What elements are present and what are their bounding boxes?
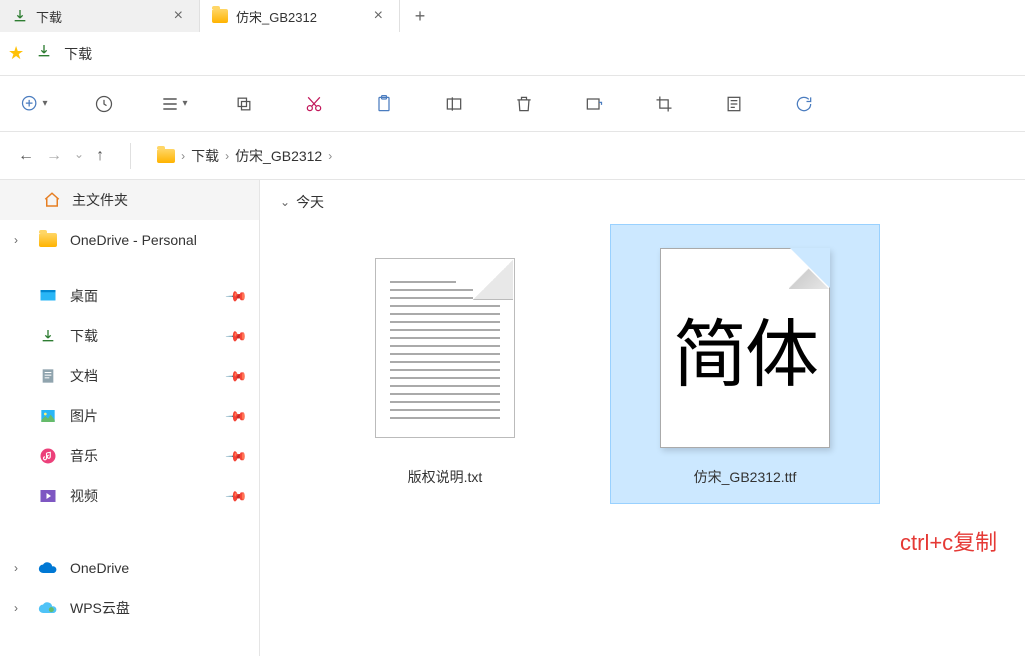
sidebar-item-home[interactable]: 主文件夹 (0, 180, 259, 220)
sidebar-item-desktop[interactable]: 桌面 📌 (0, 276, 259, 316)
music-icon (38, 446, 58, 466)
sidebar-item-onedrive[interactable]: › OneDrive (0, 548, 259, 588)
separator (130, 143, 131, 169)
nav-arrows: ← → ⌄ ↑ (18, 147, 104, 165)
breadcrumb[interactable]: › 下载 › 仿宋_GB2312 › (157, 146, 332, 166)
download-icon (38, 326, 58, 346)
download-icon (36, 43, 52, 64)
tab-fangsong[interactable]: 仿宋_GB2312 × (200, 0, 400, 32)
forward-button[interactable]: → (46, 147, 62, 165)
file-pane[interactable]: ⌄ 今天 版权说明.txt (260, 180, 1025, 656)
properties-button[interactable] (718, 88, 750, 120)
sidebar-item-documents[interactable]: 文档 📌 (0, 356, 259, 396)
chevron-right-icon[interactable]: › (14, 561, 26, 575)
file-name: 版权说明.txt (408, 467, 483, 487)
favorite-label[interactable]: 下载 (64, 44, 92, 64)
folder-icon (157, 149, 175, 163)
cut-button[interactable] (298, 88, 330, 120)
sidebar-label: 文档 (70, 366, 98, 386)
cloud-icon (38, 558, 58, 578)
refresh-button[interactable] (788, 88, 820, 120)
pin-icon[interactable]: 📌 (224, 364, 248, 388)
file-item-txt[interactable]: 版权说明.txt (310, 224, 580, 504)
tab-bar: 下载 × 仿宋_GB2312 × + (0, 0, 1025, 32)
sidebar-label: 主文件夹 (72, 190, 128, 210)
desktop-icon (38, 286, 58, 306)
chevron-right-icon: › (181, 149, 185, 163)
nav-row: ← → ⌄ ↑ › 下载 › 仿宋_GB2312 › (0, 132, 1025, 180)
sidebar-label: OneDrive - Personal (70, 232, 197, 248)
copy-button[interactable] (228, 88, 260, 120)
sidebar-label: 音乐 (70, 446, 98, 466)
chevron-right-icon[interactable]: › (14, 233, 26, 247)
sidebar-item-pictures[interactable]: 图片 📌 (0, 396, 259, 436)
rename-button[interactable] (438, 88, 470, 120)
file-name: 仿宋_GB2312.ttf (694, 467, 797, 487)
download-icon (12, 8, 28, 24)
history-button[interactable] (88, 88, 120, 120)
delete-button[interactable] (508, 88, 540, 120)
sidebar-label: 下载 (70, 326, 98, 346)
txt-file-icon (360, 243, 530, 453)
pin-icon[interactable]: 📌 (224, 324, 248, 348)
paste-button[interactable] (368, 88, 400, 120)
pin-icon[interactable]: 📌 (224, 484, 248, 508)
folder-icon (38, 230, 58, 250)
sidebar-label: WPS云盘 (70, 598, 130, 618)
new-tab-button[interactable]: + (400, 0, 440, 32)
pin-icon[interactable]: 📌 (224, 284, 248, 308)
pin-icon[interactable]: 📌 (224, 444, 248, 468)
breadcrumb-item[interactable]: 下载 (191, 146, 219, 166)
favorites-bar: ★ 下载 (0, 32, 1025, 76)
chevron-down-icon: ⌄ (280, 195, 290, 209)
sidebar-label: 图片 (70, 406, 98, 426)
share-button[interactable] (578, 88, 610, 120)
list-button[interactable]: ▾ (158, 88, 190, 120)
sidebar-label: 桌面 (70, 286, 98, 306)
video-icon (38, 486, 58, 506)
group-label: 今天 (296, 192, 324, 212)
tab-label: 下载 (36, 7, 162, 26)
picture-icon (38, 406, 58, 426)
chevron-right-icon: › (328, 149, 332, 163)
sidebar: 主文件夹 › OneDrive - Personal 桌面 📌 下载 📌 (0, 180, 260, 656)
close-icon[interactable]: × (170, 7, 187, 25)
font-file-icon: 简体 (660, 243, 830, 453)
cloud-icon (38, 598, 58, 618)
breadcrumb-item[interactable]: 仿宋_GB2312 (235, 146, 322, 166)
document-icon (38, 366, 58, 386)
back-button[interactable]: ← (18, 147, 34, 165)
annotation-text: ctrl+c复制 (900, 525, 997, 557)
sidebar-label: 视频 (70, 486, 98, 506)
sidebar-item-wps-cloud[interactable]: › WPS云盘 (0, 588, 259, 628)
sidebar-item-onedrive-personal[interactable]: › OneDrive - Personal (0, 220, 259, 260)
sidebar-item-music[interactable]: 音乐 📌 (0, 436, 259, 476)
up-button[interactable]: ↑ (96, 147, 104, 165)
file-item-font[interactable]: 简体 仿宋_GB2312.ttf (610, 224, 880, 504)
new-button[interactable]: ▾ (18, 88, 50, 120)
toolbar: ▾ ▾ (0, 76, 1025, 132)
crop-button[interactable] (648, 88, 680, 120)
tab-label: 仿宋_GB2312 (236, 7, 362, 26)
home-icon (42, 190, 62, 210)
chevron-right-icon[interactable]: › (14, 601, 26, 615)
sidebar-label: OneDrive (70, 560, 129, 576)
folder-icon (212, 8, 228, 24)
close-icon[interactable]: × (370, 7, 387, 25)
group-header-today[interactable]: ⌄ 今天 (280, 192, 1005, 212)
tab-downloads[interactable]: 下载 × (0, 0, 200, 32)
star-icon[interactable]: ★ (8, 43, 24, 64)
pin-icon[interactable]: 📌 (224, 404, 248, 428)
sidebar-item-downloads[interactable]: 下载 📌 (0, 316, 259, 356)
recent-button[interactable]: ⌄ (74, 147, 84, 165)
chevron-right-icon: › (225, 149, 229, 163)
font-preview-glyph: 简体 (673, 295, 817, 402)
sidebar-item-videos[interactable]: 视频 📌 (0, 476, 259, 516)
